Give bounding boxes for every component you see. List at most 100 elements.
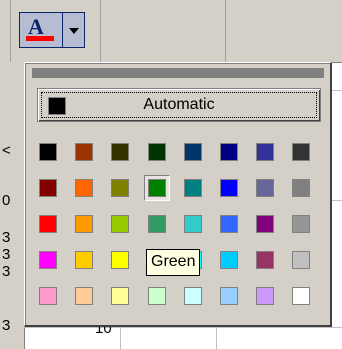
color-swatch[interactable] bbox=[252, 247, 278, 273]
row-header: 3 bbox=[2, 263, 11, 280]
font-color-indicator bbox=[26, 36, 54, 41]
chevron-down-icon bbox=[69, 28, 79, 34]
color-chip bbox=[220, 251, 238, 269]
color-chip bbox=[256, 143, 274, 161]
color-swatch[interactable] bbox=[71, 211, 97, 237]
color-swatch[interactable] bbox=[144, 175, 170, 201]
color-chip bbox=[148, 143, 166, 161]
color-swatch[interactable] bbox=[107, 283, 133, 309]
color-chip bbox=[256, 215, 274, 233]
color-swatch[interactable] bbox=[35, 175, 61, 201]
color-chip bbox=[39, 251, 57, 269]
color-swatch[interactable] bbox=[71, 139, 97, 165]
color-swatch[interactable] bbox=[180, 211, 206, 237]
color-chip bbox=[256, 287, 274, 305]
color-swatch[interactable] bbox=[288, 211, 314, 237]
row-header-column: < 0 3 3 3 3 bbox=[0, 62, 25, 349]
color-chip bbox=[256, 251, 274, 269]
row-header: 0 bbox=[2, 192, 11, 209]
color-chip bbox=[39, 143, 57, 161]
color-tooltip: Green bbox=[146, 249, 201, 276]
color-swatch[interactable] bbox=[107, 211, 133, 237]
color-swatch[interactable] bbox=[252, 211, 278, 237]
color-chip bbox=[292, 287, 310, 305]
color-chip bbox=[148, 287, 166, 305]
color-swatch[interactable] bbox=[252, 139, 278, 165]
color-chip bbox=[111, 251, 129, 269]
color-chip bbox=[256, 179, 274, 197]
color-chip bbox=[292, 143, 310, 161]
color-swatch[interactable] bbox=[144, 283, 170, 309]
color-swatch[interactable] bbox=[35, 283, 61, 309]
color-chip bbox=[184, 179, 202, 197]
toolbar-divider bbox=[10, 0, 11, 62]
color-swatch[interactable] bbox=[252, 283, 278, 309]
gridline bbox=[332, 200, 342, 201]
gridline bbox=[24, 327, 342, 328]
row-header: 3 bbox=[2, 229, 11, 246]
color-chip bbox=[184, 287, 202, 305]
color-swatch[interactable] bbox=[180, 139, 206, 165]
color-swatch[interactable] bbox=[288, 247, 314, 273]
color-chip bbox=[111, 215, 129, 233]
color-chip bbox=[75, 287, 93, 305]
color-swatch[interactable] bbox=[71, 175, 97, 201]
color-swatch[interactable] bbox=[216, 247, 242, 273]
gridline bbox=[216, 327, 217, 349]
color-swatch[interactable] bbox=[252, 175, 278, 201]
color-swatch[interactable] bbox=[216, 175, 242, 201]
toolbar: A bbox=[0, 0, 342, 63]
row-header: 3 bbox=[2, 317, 11, 334]
color-swatch[interactable] bbox=[216, 283, 242, 309]
font-color-button[interactable]: A bbox=[19, 12, 63, 48]
color-swatch[interactable] bbox=[144, 139, 170, 165]
color-swatch[interactable] bbox=[35, 247, 61, 273]
color-chip bbox=[75, 215, 93, 233]
color-swatch[interactable] bbox=[35, 139, 61, 165]
gridline bbox=[120, 327, 121, 349]
color-chip bbox=[220, 179, 238, 197]
color-swatch[interactable] bbox=[35, 211, 61, 237]
automatic-label: Automatic bbox=[143, 96, 215, 113]
color-chip bbox=[220, 215, 238, 233]
toolbar-divider bbox=[100, 0, 101, 62]
color-chip bbox=[292, 179, 310, 197]
color-chip bbox=[111, 179, 129, 197]
color-chip bbox=[292, 251, 310, 269]
color-swatch[interactable] bbox=[216, 139, 242, 165]
color-swatch[interactable] bbox=[216, 211, 242, 237]
color-chip bbox=[292, 215, 310, 233]
color-chip bbox=[75, 179, 93, 197]
font-color-palette: Automatic Green bbox=[24, 62, 332, 327]
font-color-dropdown-button[interactable] bbox=[63, 12, 85, 48]
color-chip bbox=[111, 287, 129, 305]
automatic-color-button[interactable]: Automatic bbox=[37, 88, 321, 122]
color-chip bbox=[148, 179, 166, 197]
color-swatch[interactable] bbox=[144, 211, 170, 237]
color-swatch[interactable] bbox=[180, 175, 206, 201]
color-chip bbox=[184, 215, 202, 233]
color-swatch[interactable] bbox=[288, 139, 314, 165]
color-swatch[interactable] bbox=[288, 175, 314, 201]
color-chip bbox=[148, 215, 166, 233]
palette-drag-bar[interactable] bbox=[32, 68, 324, 78]
color-chip bbox=[39, 287, 57, 305]
color-chip bbox=[39, 215, 57, 233]
color-chip bbox=[220, 143, 238, 161]
color-swatch[interactable] bbox=[107, 247, 133, 273]
color-swatch[interactable] bbox=[107, 175, 133, 201]
row-header: < bbox=[2, 142, 11, 159]
color-swatch[interactable] bbox=[180, 283, 206, 309]
color-chip bbox=[75, 143, 93, 161]
color-chip bbox=[220, 287, 238, 305]
color-swatch[interactable] bbox=[288, 283, 314, 309]
color-swatch[interactable] bbox=[107, 139, 133, 165]
toolbar-divider bbox=[225, 0, 226, 62]
row-header: 3 bbox=[2, 246, 11, 263]
color-chip bbox=[184, 143, 202, 161]
color-chip bbox=[111, 143, 129, 161]
color-swatch[interactable] bbox=[71, 247, 97, 273]
color-swatch[interactable] bbox=[71, 283, 97, 309]
gridline bbox=[332, 90, 342, 91]
color-chip bbox=[75, 251, 93, 269]
